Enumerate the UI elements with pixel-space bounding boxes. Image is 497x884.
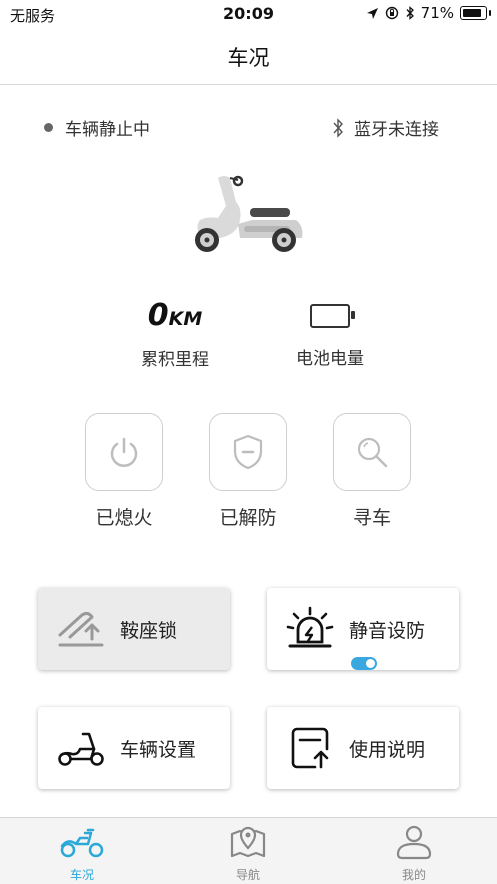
- rotation-lock-icon: [385, 6, 398, 20]
- defense-label: 已解防: [219, 507, 277, 529]
- scooter-illustration: [195, 175, 303, 252]
- alarm-light-icon: [286, 606, 334, 648]
- scooter-icon: [58, 732, 104, 766]
- find-vehicle-button[interactable]: 寻车: [332, 413, 412, 530]
- manual-icon-wrap: [285, 723, 335, 773]
- find-vehicle-button-frame[interactable]: [333, 413, 411, 491]
- manual-card[interactable]: 使用说明: [267, 707, 459, 789]
- tab-navigation-label: 导航: [235, 868, 260, 882]
- battery-level-icon: [310, 304, 355, 328]
- bluetooth-connection-status[interactable]: 蓝牙未连接: [332, 115, 439, 140]
- battery-label: 电池电量: [296, 349, 364, 369]
- mileage-stat: 0KM 累积里程: [120, 298, 230, 370]
- scooter-tab-icon: [60, 828, 104, 858]
- defense-button[interactable]: 已解防: [208, 413, 288, 530]
- page-title: 车况: [227, 46, 270, 70]
- seat-lock-label: 鞍座锁: [120, 619, 178, 642]
- seat-lock-icon-wrap: [56, 604, 106, 654]
- user-icon: [396, 825, 432, 860]
- status-dot-icon: [44, 123, 53, 132]
- bluetooth-status-text: 蓝牙未连接: [354, 120, 439, 140]
- alarm-light-icon-wrap: [285, 604, 335, 654]
- tab-profile[interactable]: 我的: [374, 824, 454, 883]
- toggle-knob: [366, 659, 375, 668]
- battery-percent: 71%: [420, 4, 454, 22]
- ignition-button[interactable]: 已熄火: [84, 413, 164, 530]
- silent-defense-card[interactable]: 静音设防: [267, 588, 459, 670]
- ignition-button-frame[interactable]: [85, 413, 163, 491]
- tab-vehicle-status-label: 车况: [69, 868, 94, 882]
- status-icons: 71%: [366, 4, 491, 22]
- tab-profile-label: 我的: [401, 868, 426, 882]
- scooter-icon-wrap: [56, 723, 106, 773]
- mileage-label: 累积里程: [141, 350, 209, 370]
- ignition-label: 已熄火: [95, 507, 153, 529]
- location-arrow-icon: [366, 7, 378, 19]
- tab-vehicle-status[interactable]: 车况: [42, 824, 122, 883]
- battery-stat: 电池电量: [275, 298, 385, 369]
- vehicle-motion-status: 车辆静止中: [44, 115, 150, 140]
- battery-status-icon: [460, 6, 491, 20]
- status-bar: 无服务 20:09 71%: [0, 0, 497, 28]
- silent-defense-label: 静音设防: [349, 619, 426, 642]
- seat-lock-icon: [58, 611, 104, 647]
- seat-lock-card[interactable]: 鞍座锁: [38, 588, 230, 670]
- search-icon: [357, 437, 388, 468]
- manual-label: 使用说明: [349, 738, 426, 761]
- bluetooth-status-icon: [406, 6, 414, 20]
- mileage-unit: KM: [168, 308, 203, 330]
- power-icon: [110, 437, 138, 467]
- manual-icon: [291, 727, 329, 769]
- tab-bar: 车况 导航 我的: [0, 817, 497, 884]
- find-vehicle-label: 寻车: [352, 507, 391, 529]
- bluetooth-icon: [333, 117, 343, 138]
- tab-navigation[interactable]: 导航: [208, 824, 288, 883]
- mileage-value-row: 0KM: [120, 298, 230, 337]
- map-icon: [230, 826, 266, 858]
- defense-button-frame[interactable]: [209, 413, 287, 491]
- motion-status-text: 车辆静止中: [65, 120, 150, 140]
- shield-icon: [233, 434, 263, 470]
- vehicle-settings-card[interactable]: 车辆设置: [38, 707, 230, 789]
- mileage-value: 0: [147, 298, 169, 333]
- silent-defense-toggle[interactable]: [351, 657, 377, 670]
- navigation-bar: 车况: [0, 28, 497, 85]
- vehicle-settings-label: 车辆设置: [120, 738, 197, 761]
